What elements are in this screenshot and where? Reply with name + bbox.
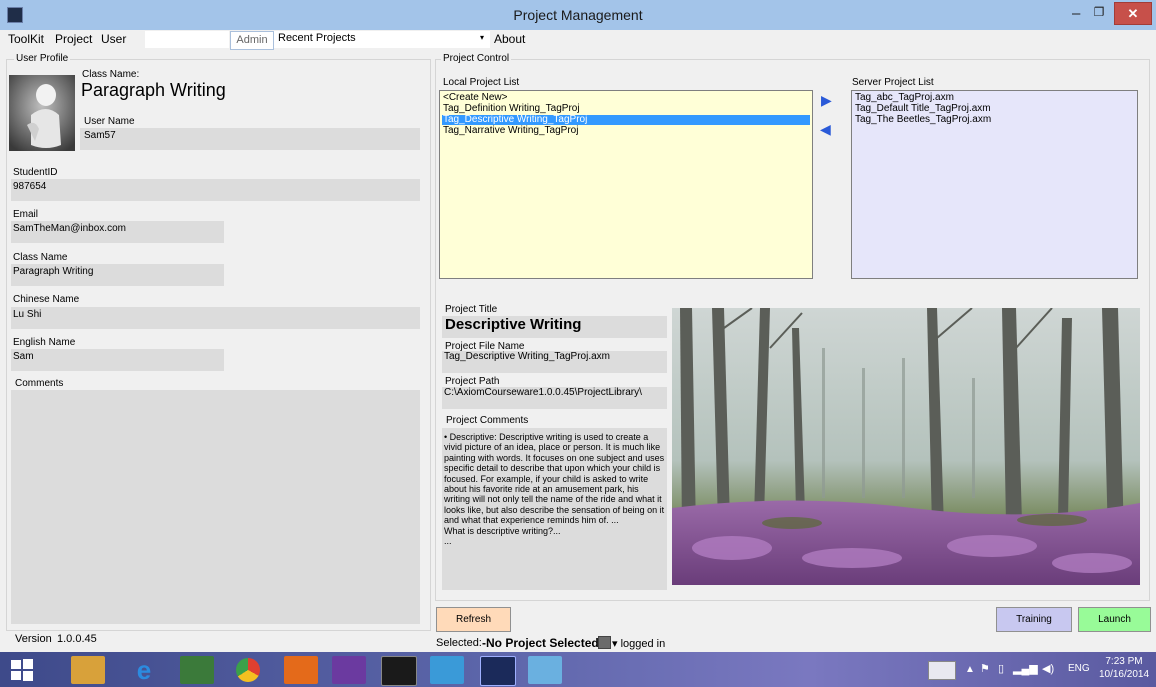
keyboard-icon[interactable]	[928, 661, 956, 680]
battery-icon[interactable]: ▯	[998, 662, 1004, 675]
project-title-label: Project Title	[445, 304, 498, 315]
chinese-name-label: Chinese Name	[13, 294, 80, 305]
english-name-value: Sam	[13, 351, 34, 362]
email-label: Email	[13, 209, 39, 220]
class-name-field-label: Class Name	[13, 252, 68, 263]
local-list-label: Local Project List	[443, 77, 520, 88]
list-item[interactable]: Tag_Definition Writing_TagProj	[442, 104, 810, 114]
list-item[interactable]: Tag_abc_TagProj.axm	[854, 93, 1135, 103]
menu-about[interactable]: About	[494, 32, 525, 46]
recent-projects-label: Recent Projects	[278, 32, 356, 44]
language-indicator[interactable]: ENG	[1068, 663, 1090, 674]
title-bar: Project Management	[0, 0, 1156, 30]
launch-button[interactable]: Launch	[1078, 607, 1151, 632]
english-name-label: English Name	[13, 337, 76, 348]
menu-toolkit[interactable]: ToolKit	[8, 32, 44, 46]
user-name-label: User Name	[84, 116, 135, 127]
list-item-selected[interactable]: Tag_Descriptive Writing_TagProj	[442, 115, 810, 125]
clock-date[interactable]: 10/16/2014	[1096, 669, 1152, 680]
comments-label: Comments	[15, 378, 64, 389]
chinese-name-value: Lu Shi	[13, 309, 42, 320]
project-image	[672, 308, 1140, 585]
comments-field[interactable]	[11, 390, 420, 624]
list-item[interactable]: Tag_Narrative Writing_TagProj	[442, 126, 810, 136]
server-project-list[interactable]: Tag_abc_TagProj.axm Tag_Default Title_Ta…	[851, 90, 1138, 279]
chinese-name-field[interactable]	[11, 307, 420, 329]
user-field[interactable]	[145, 31, 229, 48]
project-control-title: Project Control	[441, 53, 512, 64]
command-prompt-icon[interactable]	[381, 656, 417, 686]
media-player-icon[interactable]	[284, 656, 318, 684]
paint-icon[interactable]	[528, 656, 562, 684]
local-project-list[interactable]: <Create New> Tag_Definition Writing_TagP…	[439, 90, 813, 279]
selected-project-value: -No Project Selected-	[482, 636, 603, 650]
list-item[interactable]: <Create New>	[442, 93, 810, 103]
selected-label: Selected:	[436, 637, 482, 649]
project-management-taskbar-icon[interactable]	[480, 656, 516, 686]
project-path-value: C:\AxiomCourseware1.0.0.45\ProjectLibrar…	[444, 387, 642, 398]
student-id-value: 987654	[13, 181, 47, 192]
app-icon-tool[interactable]	[430, 656, 464, 684]
server-list-label: Server Project List	[852, 77, 934, 88]
flag-icon[interactable]: ⚑	[980, 662, 990, 675]
admin-field[interactable]: Admin	[230, 31, 274, 50]
move-right-icon[interactable]: ▶	[821, 92, 832, 109]
app-icon	[7, 7, 23, 23]
file-explorer-icon[interactable]	[71, 656, 105, 684]
network-icon[interactable]: ▂▄▆	[1013, 662, 1038, 675]
version-label: Version	[15, 633, 52, 645]
window-title: Project Management	[513, 7, 643, 23]
internet-explorer-icon[interactable]: e	[127, 656, 161, 684]
close-button[interactable]: ✕	[1114, 2, 1152, 25]
user-profile-title: User Profile	[14, 53, 71, 64]
project-comments-label: Project Comments	[446, 415, 529, 426]
volume-icon[interactable]: ◀)	[1042, 662, 1054, 675]
user-name-field[interactable]	[80, 128, 420, 150]
student-id-label: StudentID	[13, 167, 58, 178]
chrome-icon[interactable]	[236, 658, 260, 682]
tray-arrow-icon[interactable]: ▲	[965, 664, 975, 675]
menu-project[interactable]: Project	[55, 32, 92, 46]
project-comments-value: • Descriptive: Descriptive writing is us…	[444, 432, 665, 547]
list-item[interactable]: Tag_The Beetles_TagProj.axm	[854, 115, 1135, 125]
chevron-down-icon[interactable]: ▾	[480, 33, 484, 42]
move-left-icon[interactable]: ◀	[820, 121, 831, 138]
version-value: 1.0.0.45	[57, 633, 97, 645]
training-button[interactable]: Training	[996, 607, 1072, 632]
email-value: SamTheMan@inbox.com	[13, 223, 126, 234]
maximize-button[interactable]: ❐	[1090, 3, 1108, 21]
menu-user[interactable]: User	[101, 32, 126, 46]
class-name-label: Class Name:	[82, 69, 140, 80]
visual-studio-icon[interactable]	[332, 656, 366, 684]
project-title-value: Descriptive Writing	[445, 316, 582, 333]
project-path-label: Project Path	[445, 376, 500, 387]
project-file-name-value: Tag_Descriptive Writing_TagProj.axm	[444, 351, 610, 362]
start-icon[interactable]	[10, 658, 34, 682]
logged-in-status[interactable]: ▾ logged in	[612, 637, 665, 650]
avatar	[9, 75, 75, 151]
english-name-field[interactable]	[11, 349, 224, 371]
list-item[interactable]: Tag_Default Title_TagProj.axm	[854, 104, 1135, 114]
task-manager-icon[interactable]	[180, 656, 214, 684]
class-name-display: Paragraph Writing	[81, 80, 226, 100]
student-id-field[interactable]	[11, 179, 420, 201]
user-name-value: Sam57	[84, 130, 116, 141]
class-name-value: Paragraph Writing	[13, 266, 94, 277]
user-avatar-icon[interactable]	[598, 636, 611, 649]
clock-time[interactable]: 7:23 PM	[1100, 656, 1148, 667]
refresh-button[interactable]: Refresh	[436, 607, 511, 632]
minimize-button[interactable]: –	[1072, 5, 1080, 22]
